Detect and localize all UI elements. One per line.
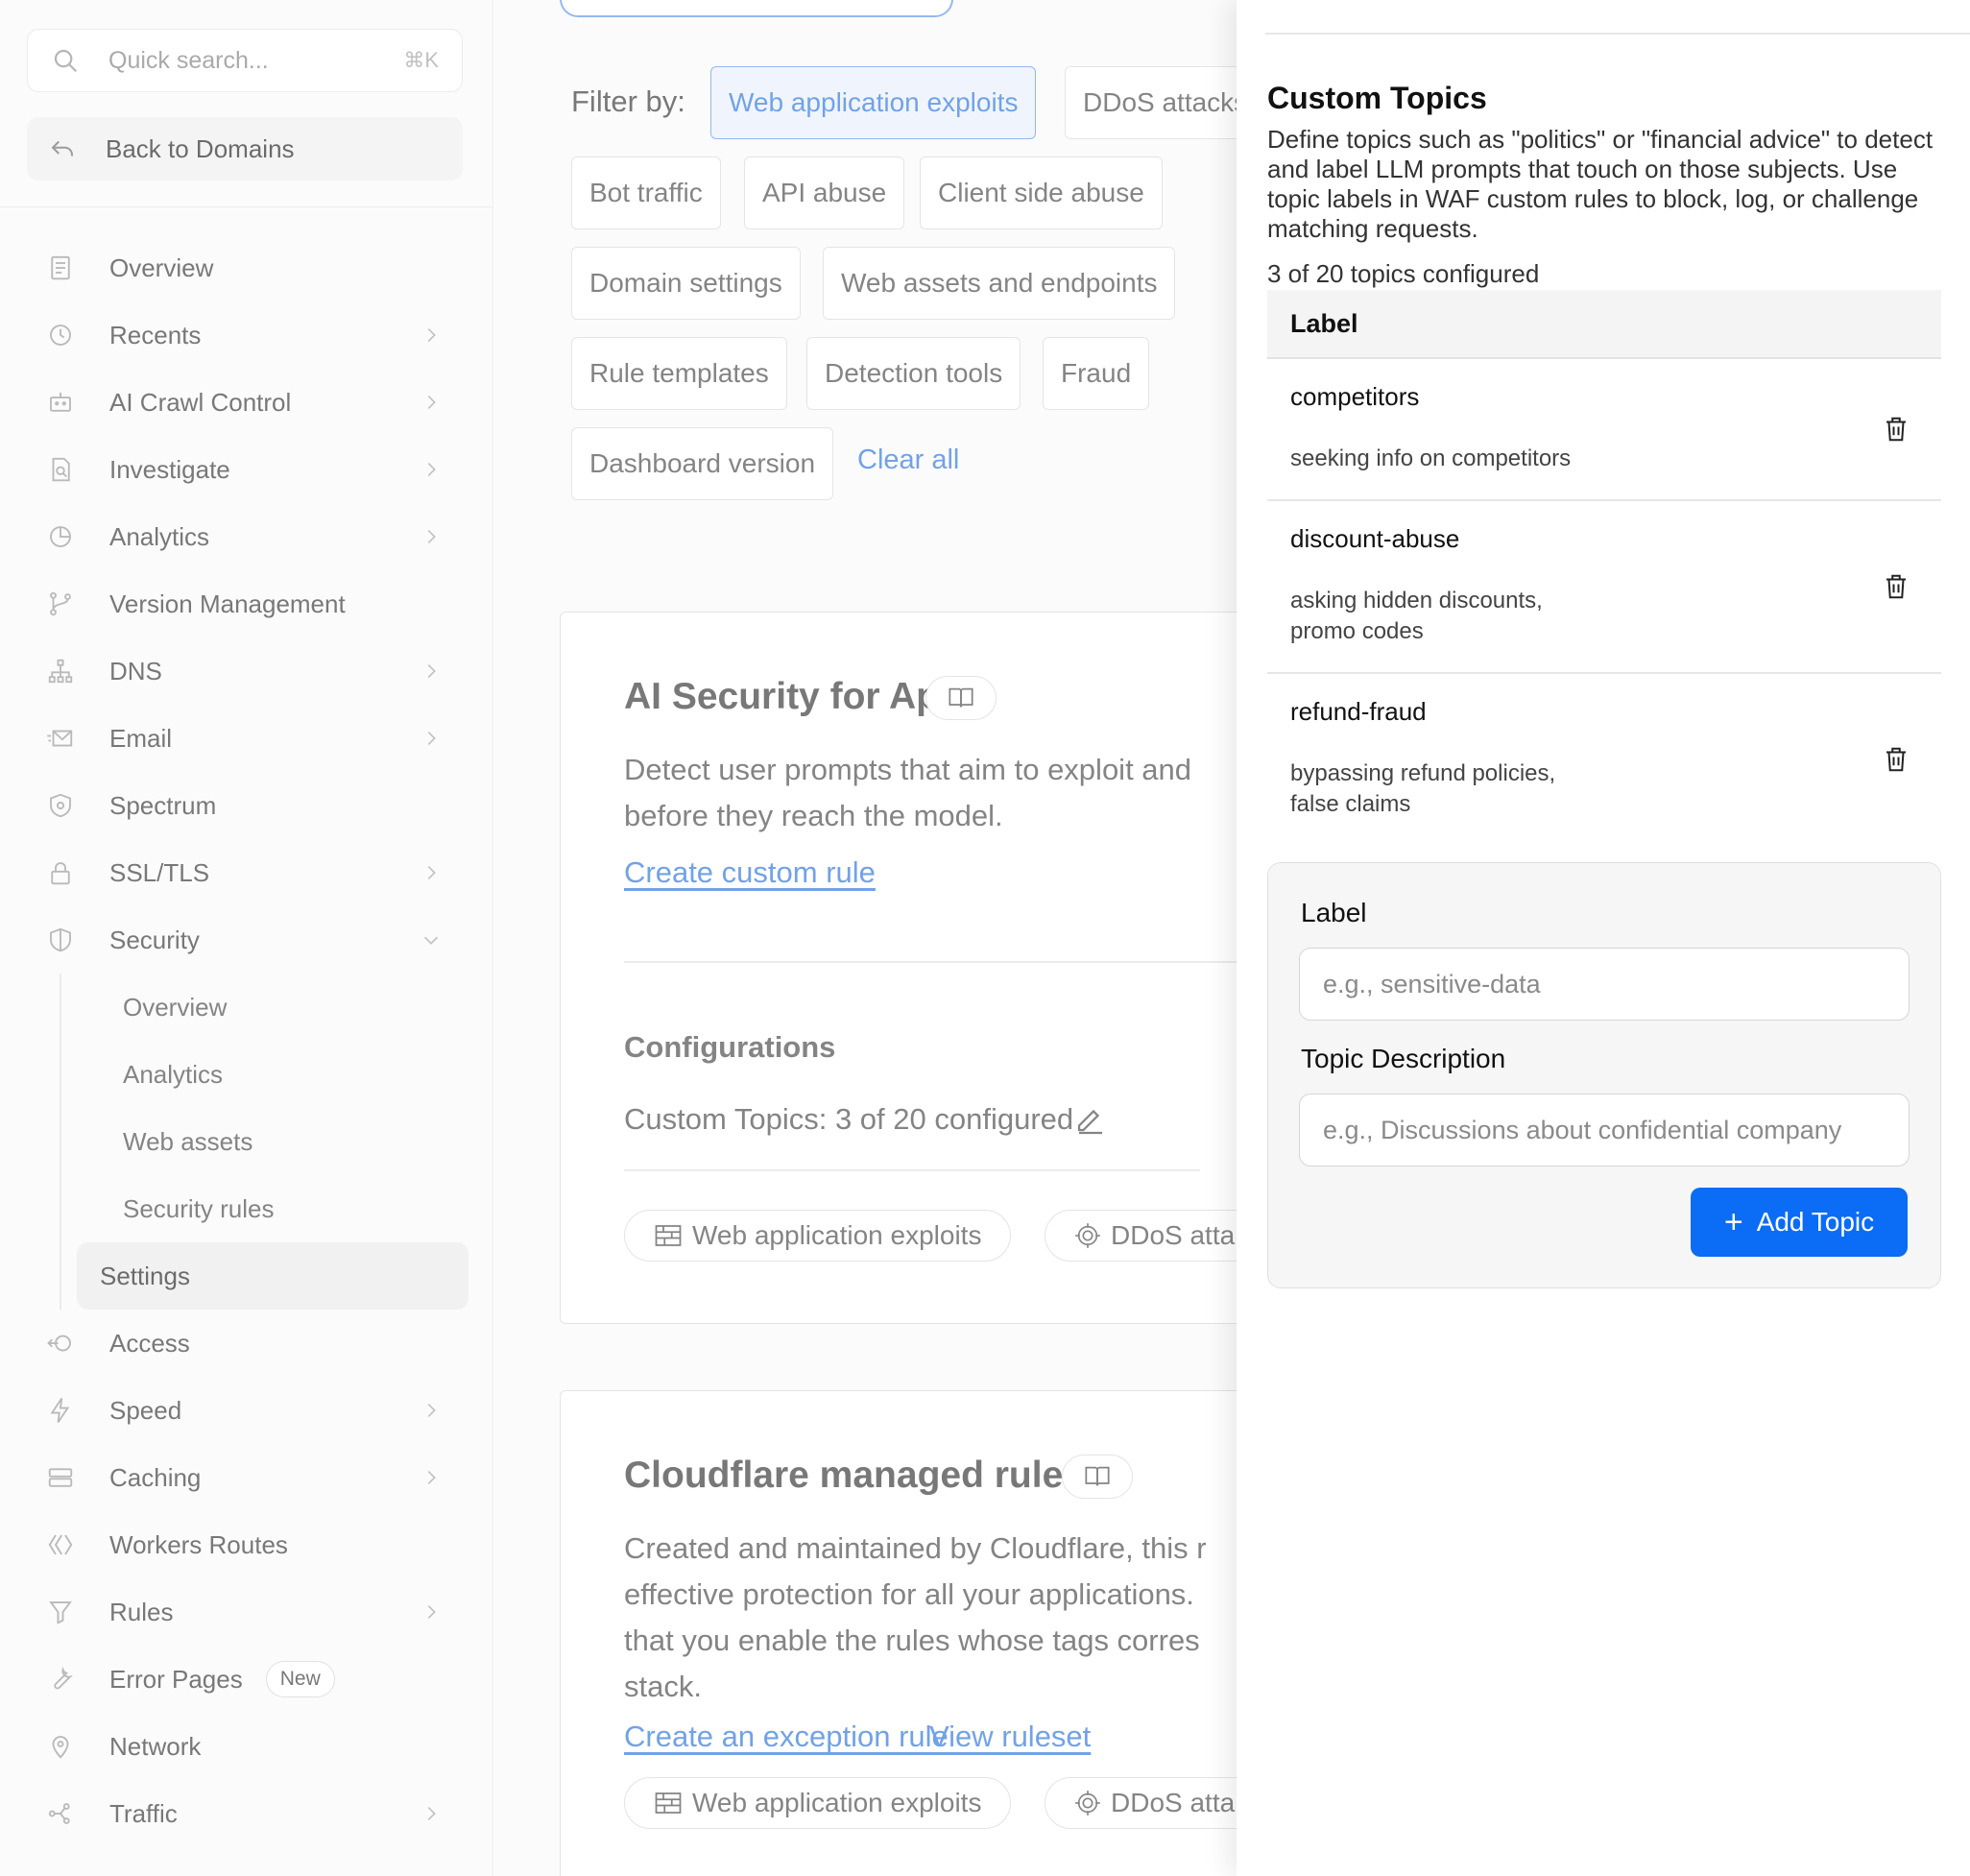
table-row: competitors seeking info on competitors <box>1267 359 1941 501</box>
topic-description: seeking info on competitors <box>1290 445 1572 471</box>
add-topic-form: Label Topic Description + Add Topic <box>1267 862 1941 1288</box>
add-topic-label: Add Topic <box>1756 1207 1875 1237</box>
drawer-top-divider <box>1265 33 1970 35</box>
plus-icon: + <box>1723 1204 1743 1240</box>
table-header-label: Label <box>1267 290 1941 359</box>
topic-description: bypassing refund policies, false claims <box>1290 760 1556 817</box>
table-row: refund-fraud bypassing refund policies, … <box>1267 674 1941 847</box>
description-field-title: Topic Description <box>1301 1044 1506 1073</box>
topic-label: refund-fraud <box>1290 697 1427 726</box>
trash-icon[interactable] <box>1882 572 1910 601</box>
add-topic-button[interactable]: + Add Topic <box>1691 1188 1908 1257</box>
drawer-title: Custom Topics <box>1267 81 1487 115</box>
topic-description: asking hidden discounts, promo codes <box>1290 588 1543 644</box>
topics-count: 3 of 20 topics configured <box>1267 259 1540 288</box>
table-row: discount-abuse asking hidden discounts, … <box>1267 501 1941 674</box>
trash-icon[interactable] <box>1882 415 1910 444</box>
topic-description-input[interactable] <box>1299 1094 1910 1166</box>
label-field-title: Label <box>1301 898 1367 927</box>
trash-icon[interactable] <box>1882 745 1910 774</box>
topics-table: Label competitors seeking info on compet… <box>1267 290 1941 847</box>
topic-label: discount-abuse <box>1290 524 1460 553</box>
modal-overlay[interactable] <box>0 0 1237 1876</box>
drawer-description: Define topics such as "politics" or "fin… <box>1267 125 1934 243</box>
topic-label: competitors <box>1290 382 1420 411</box>
topic-label-input[interactable] <box>1299 948 1910 1021</box>
custom-topics-drawer: Custom Topics Define topics such as "pol… <box>1237 0 1970 1876</box>
background-page: Quick search... ⌘K Back to Domains Overv… <box>0 0 1237 1876</box>
